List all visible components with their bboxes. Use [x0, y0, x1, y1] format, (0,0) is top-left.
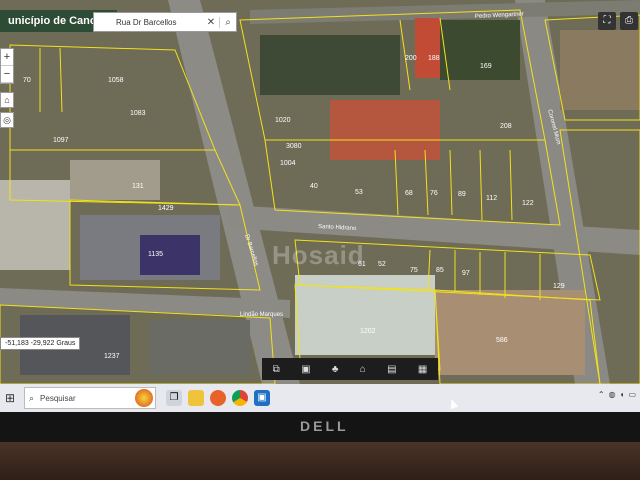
tree-cover [260, 35, 400, 95]
lot-label: 75 [410, 267, 418, 274]
search-highlight-icon [135, 389, 153, 407]
search-icon[interactable]: ⌕ [219, 16, 236, 28]
file-explorer-icon[interactable] [188, 390, 204, 406]
building-block [70, 160, 160, 200]
lot-label: 1135 [148, 251, 163, 258]
system-tray: ⌃ ◍ ◖ ▭ [598, 390, 636, 399]
field-lot [560, 30, 640, 110]
home-icon[interactable]: ⌂ [0, 92, 14, 108]
lot-label: 1429 [158, 205, 174, 212]
lot-label: 1237 [104, 353, 120, 360]
coordinate-readout: -51,183 -29,922 Graus [0, 337, 81, 350]
battery-icon[interactable]: ▭ [628, 390, 636, 399]
taskbar-search-input[interactable]: Pesquisar [34, 394, 135, 403]
transit-icon[interactable]: ▣ [301, 364, 310, 375]
lot-label: 85 [436, 267, 444, 274]
lot-label: 131 [132, 183, 144, 190]
grid-icon[interactable]: ▦ [418, 364, 427, 375]
firefox-icon[interactable] [210, 390, 226, 406]
zoom-control: + − [0, 48, 14, 84]
zoom-in-button[interactable]: + [1, 49, 13, 66]
fullscreen-icon[interactable]: ⛶ [598, 12, 616, 30]
lot-label: 1097 [53, 137, 69, 144]
outlook-icon[interactable]: ▣ [254, 390, 270, 406]
lot-label: 112 [486, 195, 497, 202]
watermark: Hosaid [272, 240, 365, 270]
lot-label: 3080 [286, 143, 302, 150]
layers-icon[interactable]: ⧉ [273, 364, 280, 375]
lot-label: 52 [378, 261, 386, 268]
search-icon: ⌕ [29, 392, 35, 403]
taskbar-apps: ❐ ▣ [166, 390, 270, 406]
windows-taskbar: ⊞ ⌕ Pesquisar ❐ ▣ [0, 384, 640, 412]
network-icon[interactable]: ◍ [609, 390, 616, 399]
monitor-screen: 70 1058 1083 1097 1020 1004 3080 131 113… [0, 0, 640, 412]
search-input[interactable]: Rua Dr Barcellos [94, 18, 203, 27]
lot-label: 208 [500, 123, 512, 130]
lot-label: 586 [496, 337, 508, 344]
tree-cover-2 [440, 20, 520, 80]
lot-label: 200 [405, 55, 417, 62]
desk-surface [0, 442, 640, 480]
locate-icon[interactable]: ◎ [0, 112, 14, 128]
lot-label: 53 [355, 189, 363, 196]
nature-icon[interactable]: ♣ [332, 364, 339, 375]
lot-label: 1058 [108, 77, 124, 84]
map-toolbar: ⧉ ▣ ♣ ⌂ ▤ ▦ [262, 358, 438, 380]
chevron-up-icon[interactable]: ⌃ [598, 390, 605, 399]
taskbar-search[interactable]: ⌕ Pesquisar [24, 387, 156, 409]
lot-label: 122 [522, 200, 534, 207]
lot-label: 1083 [130, 110, 146, 117]
monitor-brand: DELL [300, 418, 349, 434]
volume-icon[interactable]: ◖ [620, 390, 625, 399]
lot-label: 89 [458, 191, 466, 198]
zoom-out-button[interactable]: − [1, 66, 13, 83]
street-label: Lindão Marques [240, 312, 283, 318]
lot-label: 68 [405, 190, 413, 197]
start-icon[interactable]: ⊞ [0, 384, 20, 412]
parking-lot [150, 320, 250, 375]
lot-label: 1004 [280, 160, 296, 167]
close-icon[interactable]: ✕ [203, 17, 219, 28]
print-icon[interactable]: ⎙ [620, 12, 638, 30]
task-view-icon[interactable]: ❐ [166, 390, 182, 406]
lot-label: 169 [480, 63, 492, 70]
lot-label: 1202 [360, 328, 376, 335]
lot-label: 97 [462, 270, 470, 277]
dirt-lot [435, 290, 585, 375]
lot-label: 1020 [275, 117, 291, 124]
red-roof-lot [415, 18, 440, 78]
lot-label: 76 [430, 190, 438, 197]
chrome-icon[interactable] [232, 390, 248, 406]
lot-label: 188 [428, 55, 440, 62]
document-icon[interactable]: ▤ [387, 364, 396, 375]
red-roofs [330, 100, 440, 160]
lot-label: 40 [310, 183, 318, 190]
building-icon[interactable]: ⌂ [360, 364, 366, 375]
satellite-map[interactable]: 70 1058 1083 1097 1020 1004 3080 131 113… [0, 0, 640, 384]
lot-label: 129 [553, 283, 565, 290]
lot-label: 70 [23, 77, 31, 84]
address-search[interactable]: Rua Dr Barcellos ✕ ⌕ [93, 12, 237, 32]
